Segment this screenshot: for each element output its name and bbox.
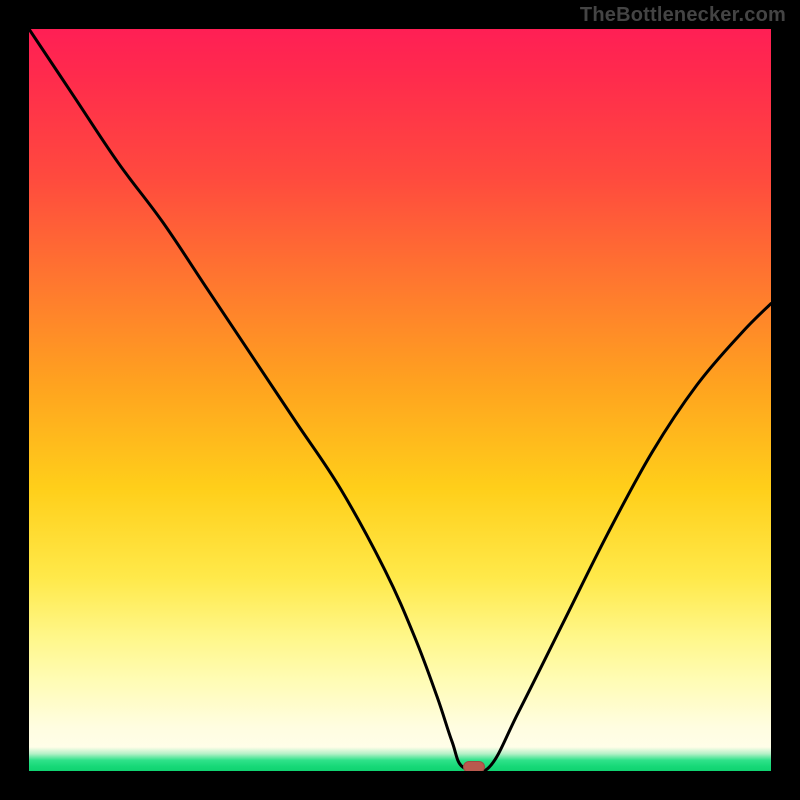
optimal-point-marker (463, 761, 485, 771)
plot-area (29, 29, 771, 771)
chart-frame: TheBottlenecker.com (0, 0, 800, 800)
bottleneck-curve (29, 29, 771, 771)
watermark-text: TheBottlenecker.com (580, 4, 786, 27)
